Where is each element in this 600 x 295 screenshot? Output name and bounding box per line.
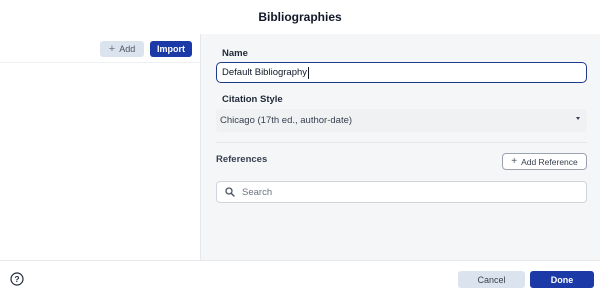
list-toolbar: + Add Import xyxy=(0,34,200,63)
svg-text:?: ? xyxy=(14,274,19,284)
dialog-title: Bibliographies xyxy=(258,10,342,24)
add-reference-button[interactable]: + Add Reference xyxy=(502,153,587,170)
plus-icon: + xyxy=(511,155,518,167)
add-button-label: Add xyxy=(119,44,136,54)
citation-style-label: Citation Style xyxy=(222,94,283,105)
text-cursor xyxy=(308,66,310,79)
citation-style-value: Chicago (17th ed., author-date) xyxy=(220,115,353,126)
plus-icon: + xyxy=(108,42,116,55)
citation-style-select[interactable]: Chicago (17th ed., author-date) xyxy=(216,109,587,132)
done-button[interactable]: Done xyxy=(530,271,594,288)
name-input-value: Default Bibliography xyxy=(222,67,308,78)
add-bibliography-button[interactable]: + Add xyxy=(100,41,144,57)
search-placeholder: Search xyxy=(242,186,273,198)
cancel-button[interactable]: Cancel xyxy=(458,271,525,288)
name-label: Name xyxy=(222,48,248,59)
section-divider xyxy=(216,142,587,143)
references-title: References xyxy=(216,154,268,165)
bibliography-list-pane: + Add Import xyxy=(0,34,200,260)
name-input[interactable]: Default Bibliography xyxy=(216,62,587,83)
search-icon xyxy=(225,187,235,197)
import-button[interactable]: Import xyxy=(150,41,192,57)
dialog-footer: ? Cancel Done xyxy=(0,260,600,295)
references-search-input[interactable]: Search xyxy=(216,181,587,203)
bibliography-detail-pane: Name Default Bibliography Citation Style… xyxy=(200,34,600,260)
chevron-down-icon xyxy=(576,117,580,120)
add-reference-label: Add Reference xyxy=(521,156,578,167)
help-circle-icon[interactable]: ? xyxy=(10,272,24,286)
